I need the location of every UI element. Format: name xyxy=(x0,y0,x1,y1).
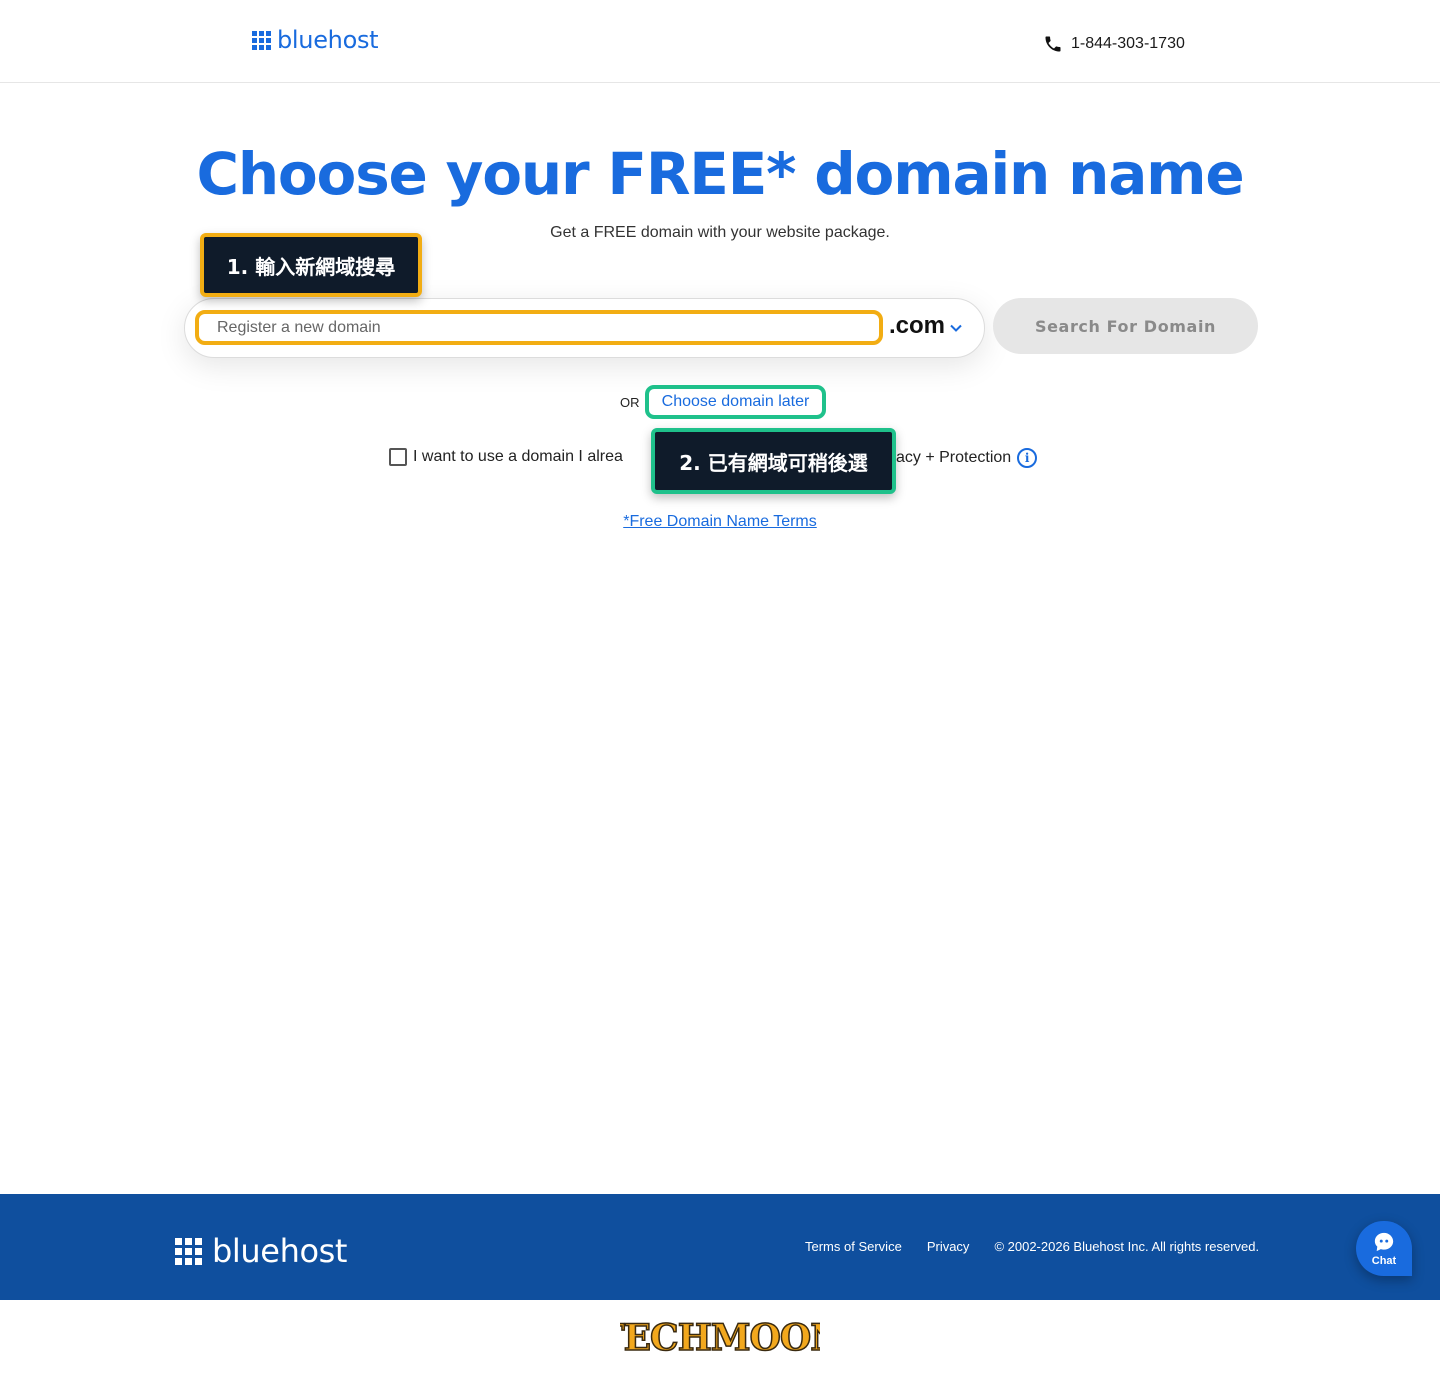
footer-links: Terms of Service Privacy © 2002-2026 Blu… xyxy=(805,1239,1259,1254)
domain-search-input[interactable] xyxy=(195,310,883,345)
chat-button[interactable]: Chat xyxy=(1356,1221,1412,1276)
chat-label: Chat xyxy=(1371,1254,1397,1267)
site-footer: bluehost Terms of Service Privacy © 2002… xyxy=(0,1194,1440,1300)
svg-text:TECHMOON: TECHMOON xyxy=(620,1317,820,1359)
chevron-down-icon xyxy=(950,324,962,332)
privacy-link[interactable]: Privacy xyxy=(927,1239,970,1254)
grid-logo-icon xyxy=(175,1237,202,1265)
annotation-step-1: 1. 輸入新網域搜尋 xyxy=(200,233,422,297)
tld-value: .com xyxy=(889,312,946,339)
footer-logo[interactable]: bluehost xyxy=(175,1235,347,1267)
privacy-protection-label: acy + Protection i xyxy=(896,448,1038,468)
page: bluehost 1-844-303-1730 Choose your FREE… xyxy=(0,0,1440,1377)
footer-logo-text: bluehost xyxy=(212,1232,348,1270)
phone-number: 1-844-303-1730 xyxy=(1071,35,1185,52)
chat-bubble-icon xyxy=(1374,1232,1394,1251)
info-icon[interactable]: i xyxy=(1017,448,1038,468)
privacy-text: acy + Protection xyxy=(896,449,1012,466)
techmoon-watermark: TECHMOON xyxy=(0,1310,1440,1370)
grid-logo-icon xyxy=(252,30,271,50)
logo-text: bluehost xyxy=(277,26,379,54)
annotation-step-2: 2. 已有網域可稍後選 xyxy=(651,428,896,494)
free-domain-terms-link[interactable]: *Free Domain Name Terms xyxy=(623,513,817,530)
bluehost-logo[interactable]: bluehost xyxy=(252,26,379,54)
existing-domain-label: I want to use a domain I alrea xyxy=(413,448,623,465)
choose-domain-later-link[interactable]: Choose domain later xyxy=(645,385,826,419)
site-header: bluehost 1-844-303-1730 xyxy=(0,0,1440,83)
or-label: OR xyxy=(620,395,640,410)
phone-contact[interactable]: 1-844-303-1730 xyxy=(1043,34,1185,54)
terms-row: *Free Domain Name Terms xyxy=(0,513,1440,531)
existing-domain-option[interactable]: I want to use a domain I alrea xyxy=(389,448,623,466)
search-for-domain-button[interactable]: Search For Domain xyxy=(993,298,1258,354)
terms-of-service-link[interactable]: Terms of Service xyxy=(805,1239,902,1254)
techmoon-logo-icon: TECHMOON xyxy=(620,1316,820,1360)
phone-icon xyxy=(1045,36,1061,52)
copyright-text: © 2002-2026 Bluehost Inc. All rights res… xyxy=(994,1239,1260,1254)
existing-domain-checkbox[interactable] xyxy=(389,448,407,466)
tld-selector[interactable]: .com xyxy=(889,312,963,340)
page-title: Choose your FREE* domain name xyxy=(196,140,1244,208)
domain-search-box: .com xyxy=(184,298,985,358)
